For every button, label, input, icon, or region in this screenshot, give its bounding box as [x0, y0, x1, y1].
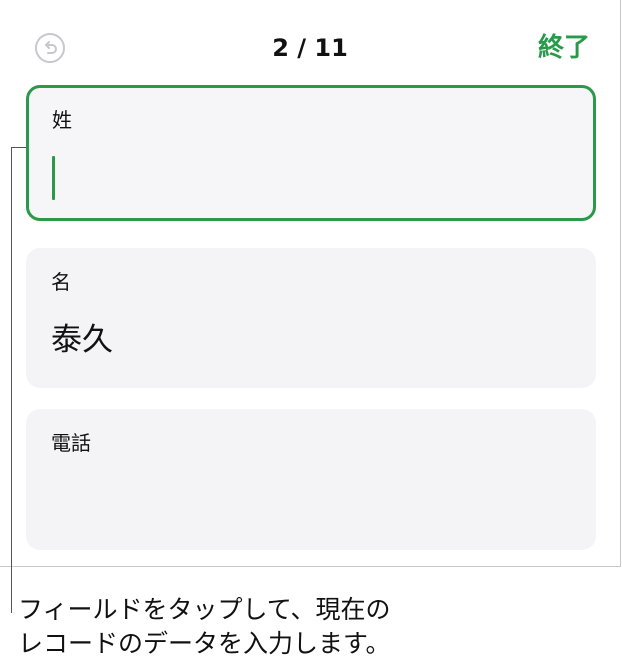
field-last-name[interactable]: 姓 — [26, 85, 596, 221]
field-value-first-name: 泰久 — [51, 322, 113, 358]
callout-leader-line — [11, 147, 12, 613]
field-label-last-name: 姓 — [52, 108, 72, 132]
record-counter: 2 / 11 — [272, 34, 348, 62]
text-cursor — [52, 156, 55, 200]
callout-line-2: レコードのデータを入力します。 — [18, 629, 391, 658]
field-label-phone: 電話 — [51, 431, 91, 455]
callout-text: フィールドをタップして、現在の レコードのデータを入力します。 — [18, 593, 391, 661]
field-phone[interactable]: 電話 — [26, 409, 596, 550]
done-button[interactable]: 終了 — [538, 31, 590, 65]
form-screen: 2 / 11 終了 姓 名 泰久 電話 — [0, 0, 621, 567]
field-first-name[interactable]: 名 泰久 — [26, 248, 596, 388]
callout-leader-tick — [11, 147, 26, 148]
callout-line-1: フィールドをタップして、現在の — [18, 595, 391, 624]
field-label-first-name: 名 — [51, 270, 71, 294]
